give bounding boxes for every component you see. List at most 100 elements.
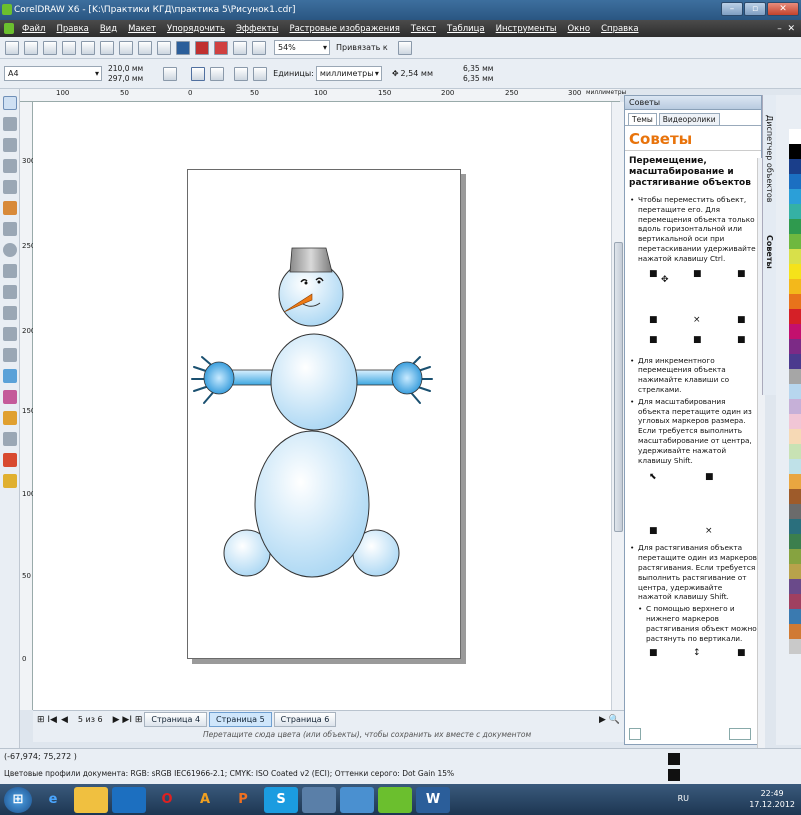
palette-swatch[interactable]: [789, 294, 801, 309]
palette-swatch[interactable]: [789, 549, 801, 564]
outline-tool-icon[interactable]: [2, 432, 17, 446]
palette-swatch[interactable]: [789, 594, 801, 609]
avast-icon[interactable]: A: [188, 787, 222, 813]
vertical-ruler[interactable]: 300 250 200 150 100 50 0: [20, 102, 35, 710]
palette-swatch[interactable]: [789, 204, 801, 219]
page-height-field[interactable]: 297,0 мм: [108, 74, 143, 84]
fill-tool-icon[interactable]: [2, 453, 17, 467]
eyedropper-tool-icon[interactable]: [2, 411, 17, 425]
zoom-navigator-icon[interactable]: ▶ 🔍: [599, 715, 620, 725]
palette-swatch[interactable]: [789, 429, 801, 444]
skype-icon[interactable]: S: [264, 786, 298, 813]
side-tab-hints[interactable]: Советы: [765, 235, 774, 269]
page-size-select[interactable]: A4: [4, 66, 102, 81]
palette-swatch[interactable]: [789, 444, 801, 459]
language-indicator[interactable]: RU: [678, 794, 689, 803]
current-page-icon[interactable]: [253, 66, 268, 81]
page-width-field[interactable]: 210,0 мм: [108, 64, 143, 74]
tab-page-6[interactable]: Страница 6: [273, 712, 337, 727]
menu-layout[interactable]: Макет: [128, 24, 156, 34]
app-icon[interactable]: [4, 23, 14, 34]
palette-swatch[interactable]: [789, 144, 801, 159]
ie-icon[interactable]: e: [36, 787, 70, 813]
palette-swatch[interactable]: [789, 264, 801, 279]
drawing-canvas[interactable]: [33, 102, 611, 710]
document-page[interactable]: [187, 169, 461, 659]
snap-to-menu[interactable]: Привязать к: [336, 43, 388, 52]
smart-fill-tool-icon[interactable]: [2, 201, 17, 215]
copy-icon[interactable]: [100, 40, 114, 55]
minimize-button[interactable]: –: [721, 2, 743, 16]
tab-page-5[interactable]: Страница 5: [209, 712, 272, 727]
start-button[interactable]: ⊞: [4, 786, 32, 813]
freehand-tool-icon[interactable]: [2, 180, 17, 194]
prev-page-button[interactable]: ◀: [61, 715, 68, 725]
pick-tool-icon[interactable]: [2, 96, 17, 110]
snowman-drawing[interactable]: [188, 170, 462, 660]
back-forward-icon[interactable]: [729, 728, 751, 740]
menu-table[interactable]: Таблица: [447, 24, 485, 34]
zoom-select[interactable]: 54%: [274, 40, 330, 55]
print-icon[interactable]: [62, 40, 76, 55]
paste-icon[interactable]: [119, 40, 133, 55]
tab-page-4[interactable]: Страница 4: [144, 712, 208, 727]
save-icon[interactable]: [43, 40, 57, 55]
tab-videos[interactable]: Видеоролики: [658, 113, 720, 125]
connector-tool-icon[interactable]: [2, 369, 17, 383]
menu-view[interactable]: Вид: [100, 24, 117, 34]
menu-edit[interactable]: Правка: [56, 24, 88, 34]
palette-swatch[interactable]: [789, 354, 801, 369]
menu-help[interactable]: Справка: [601, 24, 638, 34]
polygon-tool-icon[interactable]: [2, 264, 17, 278]
scrollbar-thumb[interactable]: [614, 242, 623, 532]
palette-swatch[interactable]: [789, 174, 801, 189]
next-page-button[interactable]: ▶ ▶I ⊞: [113, 715, 143, 725]
horizontal-ruler[interactable]: 100 50 0 50 100 150 200 250 300 миллимет…: [20, 89, 626, 102]
all-pages-icon[interactable]: [234, 66, 249, 81]
coreldraw-taskbar-icon[interactable]: [378, 786, 412, 813]
shape-tool-icon[interactable]: [2, 117, 17, 131]
undo-icon[interactable]: [138, 40, 152, 55]
redo-icon[interactable]: [157, 40, 171, 55]
export-icon[interactable]: [195, 40, 209, 55]
close-button[interactable]: ✕: [767, 2, 799, 16]
palette-swatch[interactable]: [789, 189, 801, 204]
crop-tool-icon[interactable]: [2, 138, 17, 152]
dimension-tool-icon[interactable]: [2, 348, 17, 362]
palette-swatch[interactable]: [789, 384, 801, 399]
text-tool-icon[interactable]: [2, 306, 17, 320]
app-icon-8[interactable]: [302, 786, 336, 813]
portrait-icon[interactable]: [191, 66, 206, 81]
palette-swatch[interactable]: [789, 564, 801, 579]
outline-color-swatch[interactable]: [668, 769, 680, 781]
palette-swatch[interactable]: [789, 309, 801, 324]
menu-tools[interactable]: Инструменты: [496, 24, 557, 34]
menu-arrange[interactable]: Упорядочить: [167, 24, 225, 34]
palette-swatch[interactable]: [789, 324, 801, 339]
duplicate-distance-y[interactable]: 6,35 мм: [463, 74, 493, 84]
palette-swatch[interactable]: [789, 234, 801, 249]
palette-swatch[interactable]: [789, 474, 801, 489]
palette-swatch[interactable]: [789, 339, 801, 354]
interactive-fill-tool-icon[interactable]: [2, 474, 17, 488]
ellipse-tool-icon[interactable]: [2, 243, 17, 257]
palette-swatch[interactable]: [789, 399, 801, 414]
publish-pdf-icon[interactable]: [214, 40, 228, 55]
palette-swatch[interactable]: [789, 504, 801, 519]
palette-swatch[interactable]: [789, 369, 801, 384]
duplicate-distance-x[interactable]: 6,35 мм: [463, 64, 493, 74]
doc-window-controls[interactable]: – ✕: [777, 24, 795, 34]
palette-swatch[interactable]: [789, 459, 801, 474]
side-tab-object-manager[interactable]: Диспетчер объектов: [765, 115, 774, 202]
palette-swatch[interactable]: [789, 639, 801, 654]
color-profiles-text[interactable]: Цветовые профили документа: RGB: sRGB IE…: [4, 769, 454, 778]
units-select[interactable]: миллиметры: [315, 66, 382, 81]
menu-text[interactable]: Текст: [411, 24, 436, 34]
palette-swatch[interactable]: [789, 519, 801, 534]
palette-swatch[interactable]: [789, 579, 801, 594]
palette-swatch[interactable]: [789, 159, 801, 174]
home-icon[interactable]: [629, 728, 641, 740]
palette-swatch[interactable]: [789, 249, 801, 264]
palette-swatch[interactable]: [789, 489, 801, 504]
cut-icon[interactable]: [81, 40, 95, 55]
